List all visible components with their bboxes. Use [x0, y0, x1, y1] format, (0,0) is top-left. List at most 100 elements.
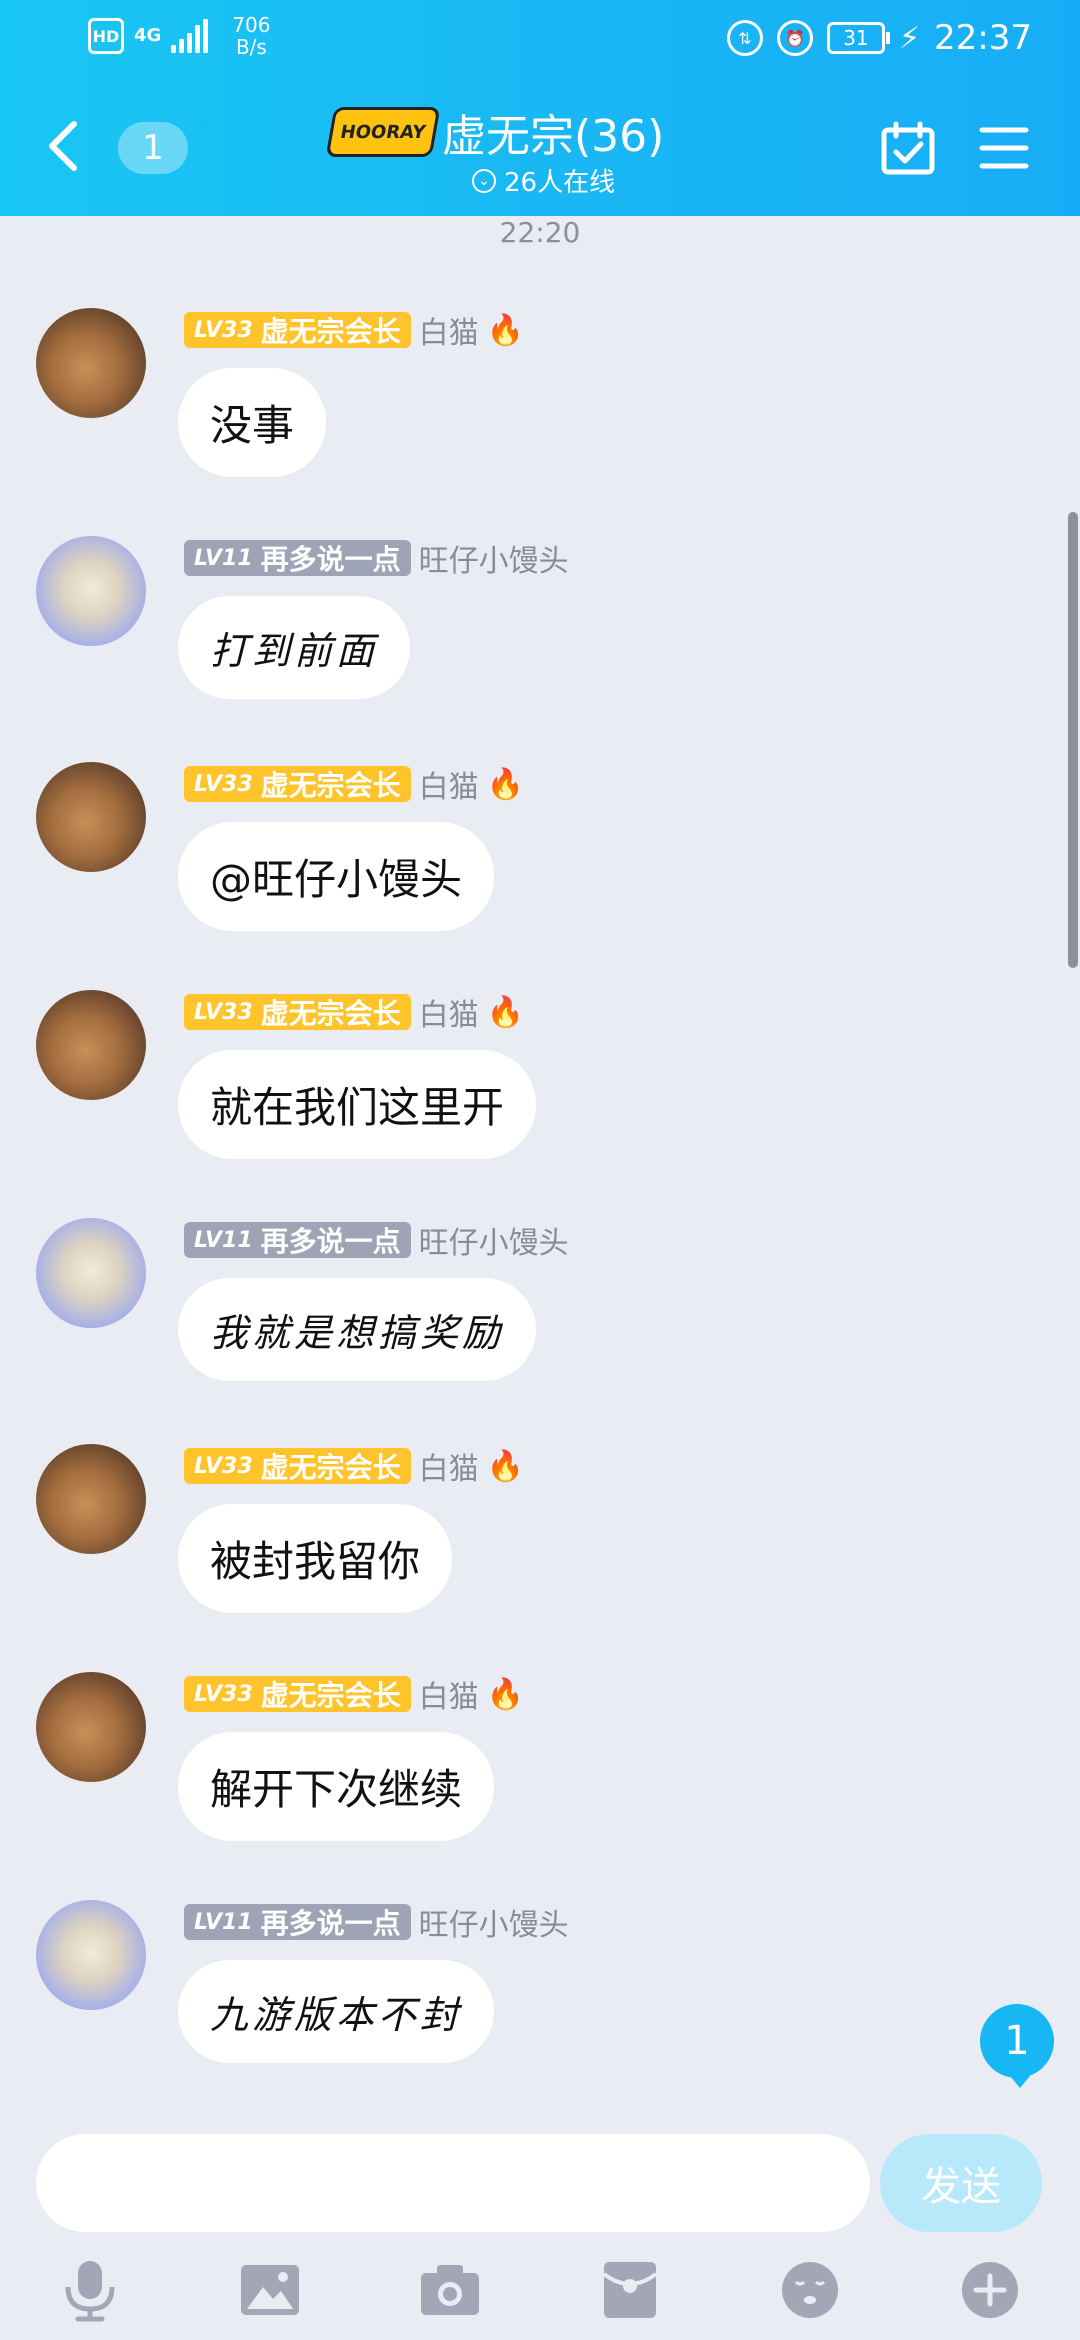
group-title-area[interactable]: HOORAY 虚无宗(36) [325, 100, 665, 164]
emoji-button[interactable] [777, 2257, 843, 2323]
camera-icon [421, 2265, 479, 2315]
sender-name[interactable]: 旺仔小馒头 [419, 1218, 569, 1262]
chevron-down-icon: ⌄ [472, 168, 496, 193]
message-bubble[interactable]: 打到前面 [178, 596, 411, 699]
calendar-check-button[interactable] [880, 120, 936, 176]
message-bubble[interactable]: 没事 [178, 368, 327, 477]
input-toolbar [0, 2240, 1080, 2340]
avatar[interactable] [36, 762, 146, 872]
member-title-badge: LV11 再多说一点 [184, 1222, 411, 1258]
hd-icon: HD [88, 18, 124, 54]
avatar[interactable] [36, 1672, 146, 1782]
avatar[interactable] [36, 1444, 146, 1554]
message-bubble[interactable]: @旺仔小馒头 [178, 822, 495, 931]
fire-icon: 🔥 [486, 312, 525, 348]
avatar[interactable] [36, 1218, 146, 1328]
unread-count-badge[interactable]: 1 [118, 122, 188, 174]
fire-icon: 🔥 [486, 1448, 525, 1484]
member-title: 虚无宗会长 [260, 1451, 401, 1484]
message-meta: LV11 再多说一点 旺仔小馒头 [184, 1900, 569, 1944]
message-input[interactable] [36, 2134, 870, 2232]
message-meta: LV11 再多说一点 旺仔小馒头 [184, 536, 569, 580]
fire-icon: 🔥 [486, 1676, 525, 1712]
battery-level: 31 [843, 26, 869, 50]
send-button[interactable]: 发送 [880, 2134, 1042, 2232]
network-type: 4G [134, 25, 162, 46]
group-title: 虚无宗(36) [442, 111, 665, 162]
chevron-left-icon [49, 121, 77, 171]
status-bar: HD 4G 706 B/s ⇅ ⏰ 31 ⚡ 22:37 [0, 0, 1080, 80]
calendar-check-icon [881, 121, 935, 175]
member-title: 虚无宗会长 [260, 769, 401, 802]
menu-button[interactable] [978, 124, 1030, 172]
sender-name[interactable]: 白猫 [419, 990, 479, 1034]
message-meta: LV33 虚无宗会长 白猫 🔥 [184, 762, 524, 806]
red-packet-icon [602, 2262, 658, 2318]
image-icon [241, 2265, 299, 2315]
microphone-icon [65, 2261, 115, 2322]
avatar[interactable] [36, 1900, 146, 2010]
member-title-badge: LV33 虚无宗会长 [184, 1676, 411, 1712]
level-label: LV11 [194, 1909, 253, 1935]
level-label: LV11 [194, 1227, 253, 1253]
message-bubble[interactable]: 被封我留你 [178, 1504, 453, 1613]
member-title: 虚无宗会长 [260, 315, 401, 348]
back-button[interactable] [40, 116, 90, 176]
member-title-badge: LV11 再多说一点 [184, 1904, 411, 1940]
member-title: 再多说一点 [260, 1225, 401, 1258]
message-bubble[interactable]: 解开下次继续 [178, 1732, 495, 1841]
message-bubble[interactable]: 九游版本不封 [178, 1960, 495, 2063]
sender-name[interactable]: 白猫 [419, 762, 479, 806]
speed-unit: B/s [235, 35, 267, 59]
battery-icon: 31 [826, 22, 890, 54]
online-status: ⌄ 26人在线 [472, 162, 615, 199]
member-title: 虚无宗会长 [260, 997, 401, 1030]
more-button[interactable] [957, 2257, 1023, 2323]
speed-value: 706 [232, 13, 271, 37]
microphone-button[interactable] [57, 2257, 123, 2323]
avatar[interactable] [36, 990, 146, 1100]
message-meta: LV33 虚无宗会长 白猫 🔥 [184, 308, 524, 352]
sender-name[interactable]: 白猫 [419, 308, 479, 352]
emoji-icon [782, 2262, 838, 2318]
camera-button[interactable] [417, 2257, 483, 2323]
level-label: LV33 [194, 771, 253, 797]
member-title: 虚无宗会长 [260, 1679, 401, 1712]
red-packet-button[interactable] [597, 2257, 663, 2323]
scrollbar[interactable] [1068, 512, 1078, 968]
alarm-icon: ⏰ [776, 20, 813, 56]
sender-name[interactable]: 旺仔小馒头 [419, 1900, 569, 1944]
member-title-badge: LV33 虚无宗会长 [184, 994, 411, 1030]
hamburger-menu-icon [979, 127, 1029, 169]
level-label: LV33 [194, 1681, 253, 1707]
level-label: LV11 [194, 545, 253, 571]
sender-name[interactable]: 白猫 [419, 1672, 479, 1716]
level-label: LV33 [194, 999, 253, 1025]
clock: 22:37 [934, 18, 1032, 58]
level-label: LV33 [194, 317, 253, 343]
level-label: LV33 [194, 1453, 253, 1479]
new-message-count-bubble[interactable]: 1 [980, 2004, 1054, 2088]
member-title-badge: LV33 虚无宗会长 [184, 312, 411, 348]
fire-icon: 🔥 [486, 994, 525, 1030]
status-left: HD 4G 706 B/s [88, 14, 271, 58]
avatar[interactable] [36, 536, 146, 646]
message-bubble[interactable]: 就在我们这里开 [178, 1050, 537, 1159]
message-bubble[interactable]: 我就是想搞奖励 [178, 1278, 537, 1381]
member-title: 再多说一点 [260, 1907, 401, 1940]
sender-name[interactable]: 白猫 [419, 1444, 479, 1488]
message-meta: LV11 再多说一点 旺仔小馒头 [184, 1218, 569, 1262]
member-title-badge: LV33 虚无宗会长 [184, 766, 411, 802]
member-title-badge: LV33 虚无宗会长 [184, 1448, 411, 1484]
plus-icon [962, 2262, 1018, 2318]
chat-timestamp: 22:20 [499, 216, 581, 249]
charging-icon: ⚡ [898, 20, 921, 56]
fire-icon: 🔥 [486, 766, 525, 802]
sender-name[interactable]: 旺仔小馒头 [419, 536, 569, 580]
data-saver-icon: ⇅ [726, 20, 763, 56]
member-title-badge: LV11 再多说一点 [184, 540, 411, 576]
status-right: ⇅ ⏰ 31 ⚡ 22:37 [726, 18, 1032, 58]
image-button[interactable] [237, 2257, 303, 2323]
avatar[interactable] [36, 308, 146, 418]
online-count: 26人在线 [504, 168, 616, 198]
